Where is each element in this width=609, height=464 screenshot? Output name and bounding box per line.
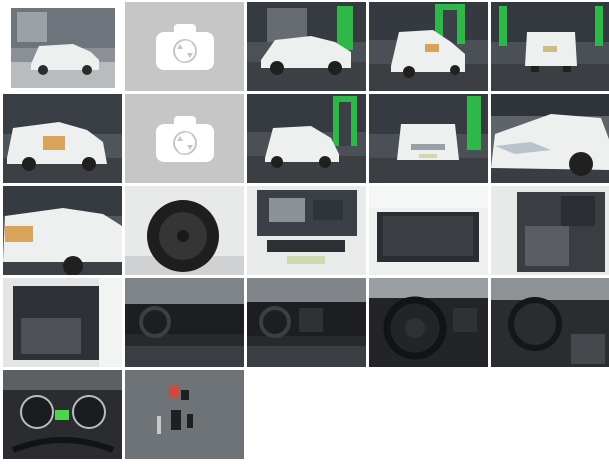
car-photo-image <box>247 2 366 91</box>
car-photo-image <box>491 2 609 91</box>
car-photo-image <box>247 94 366 183</box>
car-photo-image <box>247 186 366 275</box>
car-photo-image <box>3 278 122 367</box>
car-photo-image <box>491 186 609 275</box>
camera-refresh-icon <box>155 23 214 70</box>
car-photo-image <box>247 278 366 367</box>
car-photo-image <box>369 278 488 367</box>
car-photo-image <box>3 2 122 91</box>
photo-thumbnail-steering-wheel-side[interactable] <box>491 278 609 367</box>
photo-thumbnail-car-front-quarter[interactable] <box>247 94 366 183</box>
photo-thumbnail-car-keys[interactable] <box>125 370 244 459</box>
photo-thumbnail-car-side[interactable] <box>247 2 366 91</box>
camera-refresh-icon <box>155 115 214 162</box>
photo-thumbnail-steering-wheel[interactable] <box>369 278 488 367</box>
car-photo-image <box>125 278 244 367</box>
photo-thumbnail-car-front[interactable] <box>369 94 488 183</box>
photo-thumbnail-rear-seat[interactable] <box>3 278 122 367</box>
car-photo-image <box>369 2 488 91</box>
photo-thumbnail-dashboard-center[interactable] <box>247 278 366 367</box>
car-photo-image <box>369 94 488 183</box>
photo-thumbnail-dashboard[interactable] <box>125 278 244 367</box>
photo-thumbnail-front-seat[interactable] <box>491 186 609 275</box>
car-photo-image <box>125 186 244 275</box>
car-photo-image <box>3 370 122 459</box>
photo-thumbnail-car-front-closeup[interactable] <box>491 94 609 183</box>
photo-gallery-grid <box>0 0 609 464</box>
photo-thumbnail-car-side-damage[interactable] <box>3 186 122 275</box>
photo-thumbnail-car-rear[interactable] <box>491 2 609 91</box>
car-photo-image <box>491 94 609 183</box>
car-photo-image <box>369 186 488 275</box>
photo-placeholder[interactable] <box>125 94 244 183</box>
car-photo-image <box>491 278 609 367</box>
photo-placeholder[interactable] <box>125 2 244 91</box>
photo-thumbnail-wheel-closeup[interactable] <box>125 186 244 275</box>
photo-thumbnail-trunk-open[interactable] <box>369 186 488 275</box>
car-photo-image <box>3 94 122 183</box>
car-photo-image <box>125 370 244 459</box>
photo-thumbnail-instrument-cluster[interactable] <box>3 370 122 459</box>
photo-thumbnail-car-rear-damage[interactable] <box>3 94 122 183</box>
photo-thumbnail-engine-bay[interactable] <box>247 186 366 275</box>
photo-thumbnail-car-rear-quarter[interactable] <box>369 2 488 91</box>
car-photo-image <box>3 186 122 275</box>
photo-thumbnail-car-front-outdoor[interactable] <box>3 2 122 91</box>
